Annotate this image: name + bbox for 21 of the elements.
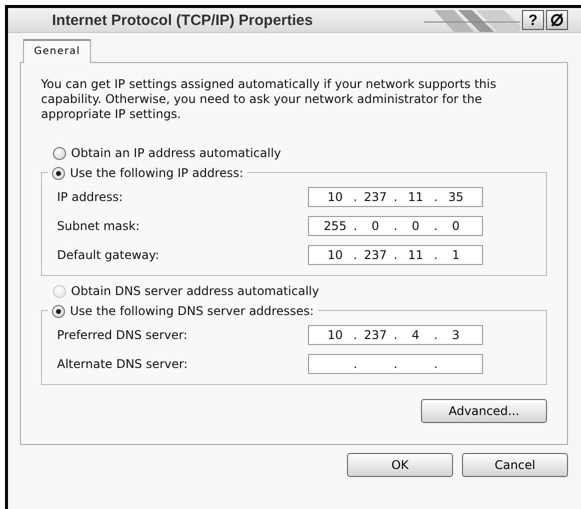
ip-address-field[interactable]: 10 . 237 . 11 . 1 xyxy=(308,244,483,264)
help-button[interactable]: ? xyxy=(522,10,544,30)
field-label: Alternate DNS server: xyxy=(56,356,188,370)
dialog-button[interactable]: OK xyxy=(347,453,453,477)
radio-button[interactable]: Use the following DNS server addresses: xyxy=(52,304,314,318)
field-label: IP address: xyxy=(56,190,123,204)
ip-address-field[interactable]: . . . xyxy=(308,354,483,374)
dialog-button[interactable]: Cancel xyxy=(462,453,568,477)
field-label: Preferred DNS server: xyxy=(56,328,188,342)
tab[interactable]: General xyxy=(23,39,92,63)
radio-button[interactable]: Obtain an IP address automatically xyxy=(53,146,282,160)
close-button[interactable] xyxy=(546,10,568,30)
ip-address-field[interactable]: 255 . 0 . 0 . 0 xyxy=(308,216,483,236)
window-title: Internet Protocol (TCP/IP) Properties xyxy=(52,12,314,28)
field-label: Subnet mask: xyxy=(56,218,140,232)
advanced-button[interactable]: Advanced... xyxy=(421,399,547,423)
ip-address-field[interactable]: 10 . 237 . 11 . 35 xyxy=(308,186,483,206)
radio-button[interactable]: Use the following IP address: xyxy=(52,166,244,180)
description-text: You can get IP settings assigned automatically if your network supports this capability. Otherwise, you need to ask your network administrator for the appropriate IP settings. xyxy=(41,77,498,122)
ip-address-field[interactable]: 10 . 237 . 4 . 3 xyxy=(308,324,483,344)
field-label: Default gateway: xyxy=(56,248,160,262)
